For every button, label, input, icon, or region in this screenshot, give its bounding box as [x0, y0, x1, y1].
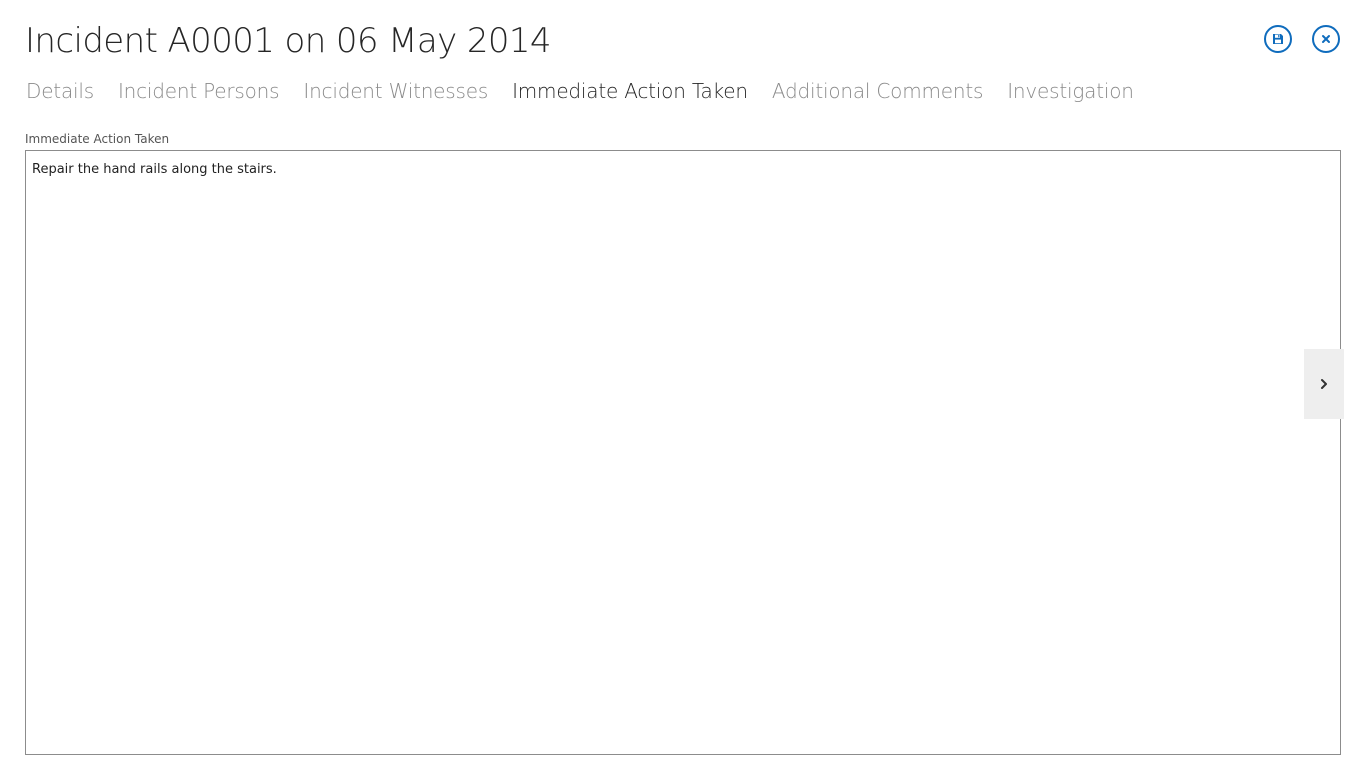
tab-incident-persons[interactable]: Incident Persons — [118, 76, 280, 106]
immediate-action-label: Immediate Action Taken — [25, 132, 170, 146]
tab-details[interactable]: Details — [26, 76, 94, 106]
side-panel-toggle[interactable] — [1304, 349, 1344, 419]
tab-incident-witnesses[interactable]: Incident Witnesses — [303, 76, 488, 106]
tab-investigation[interactable]: Investigation — [1007, 76, 1134, 106]
header-actions — [1264, 25, 1340, 53]
immediate-action-textarea[interactable]: Repair the hand rails along the stairs. — [25, 150, 1341, 755]
close-icon — [1321, 34, 1331, 44]
tab-bar: Details Incident Persons Incident Witnes… — [26, 76, 1134, 106]
chevron-right-icon — [1319, 375, 1329, 394]
tab-additional-comments[interactable]: Additional Comments — [772, 76, 984, 106]
close-button[interactable] — [1312, 25, 1340, 53]
tab-immediate-action-taken[interactable]: Immediate Action Taken — [512, 76, 748, 106]
page-title: Incident A0001 on 06 May 2014 — [25, 21, 552, 61]
incident-page: Incident A0001 on 06 May 2014 Details In… — [0, 0, 1366, 768]
save-icon — [1272, 33, 1284, 45]
save-button[interactable] — [1264, 25, 1292, 53]
